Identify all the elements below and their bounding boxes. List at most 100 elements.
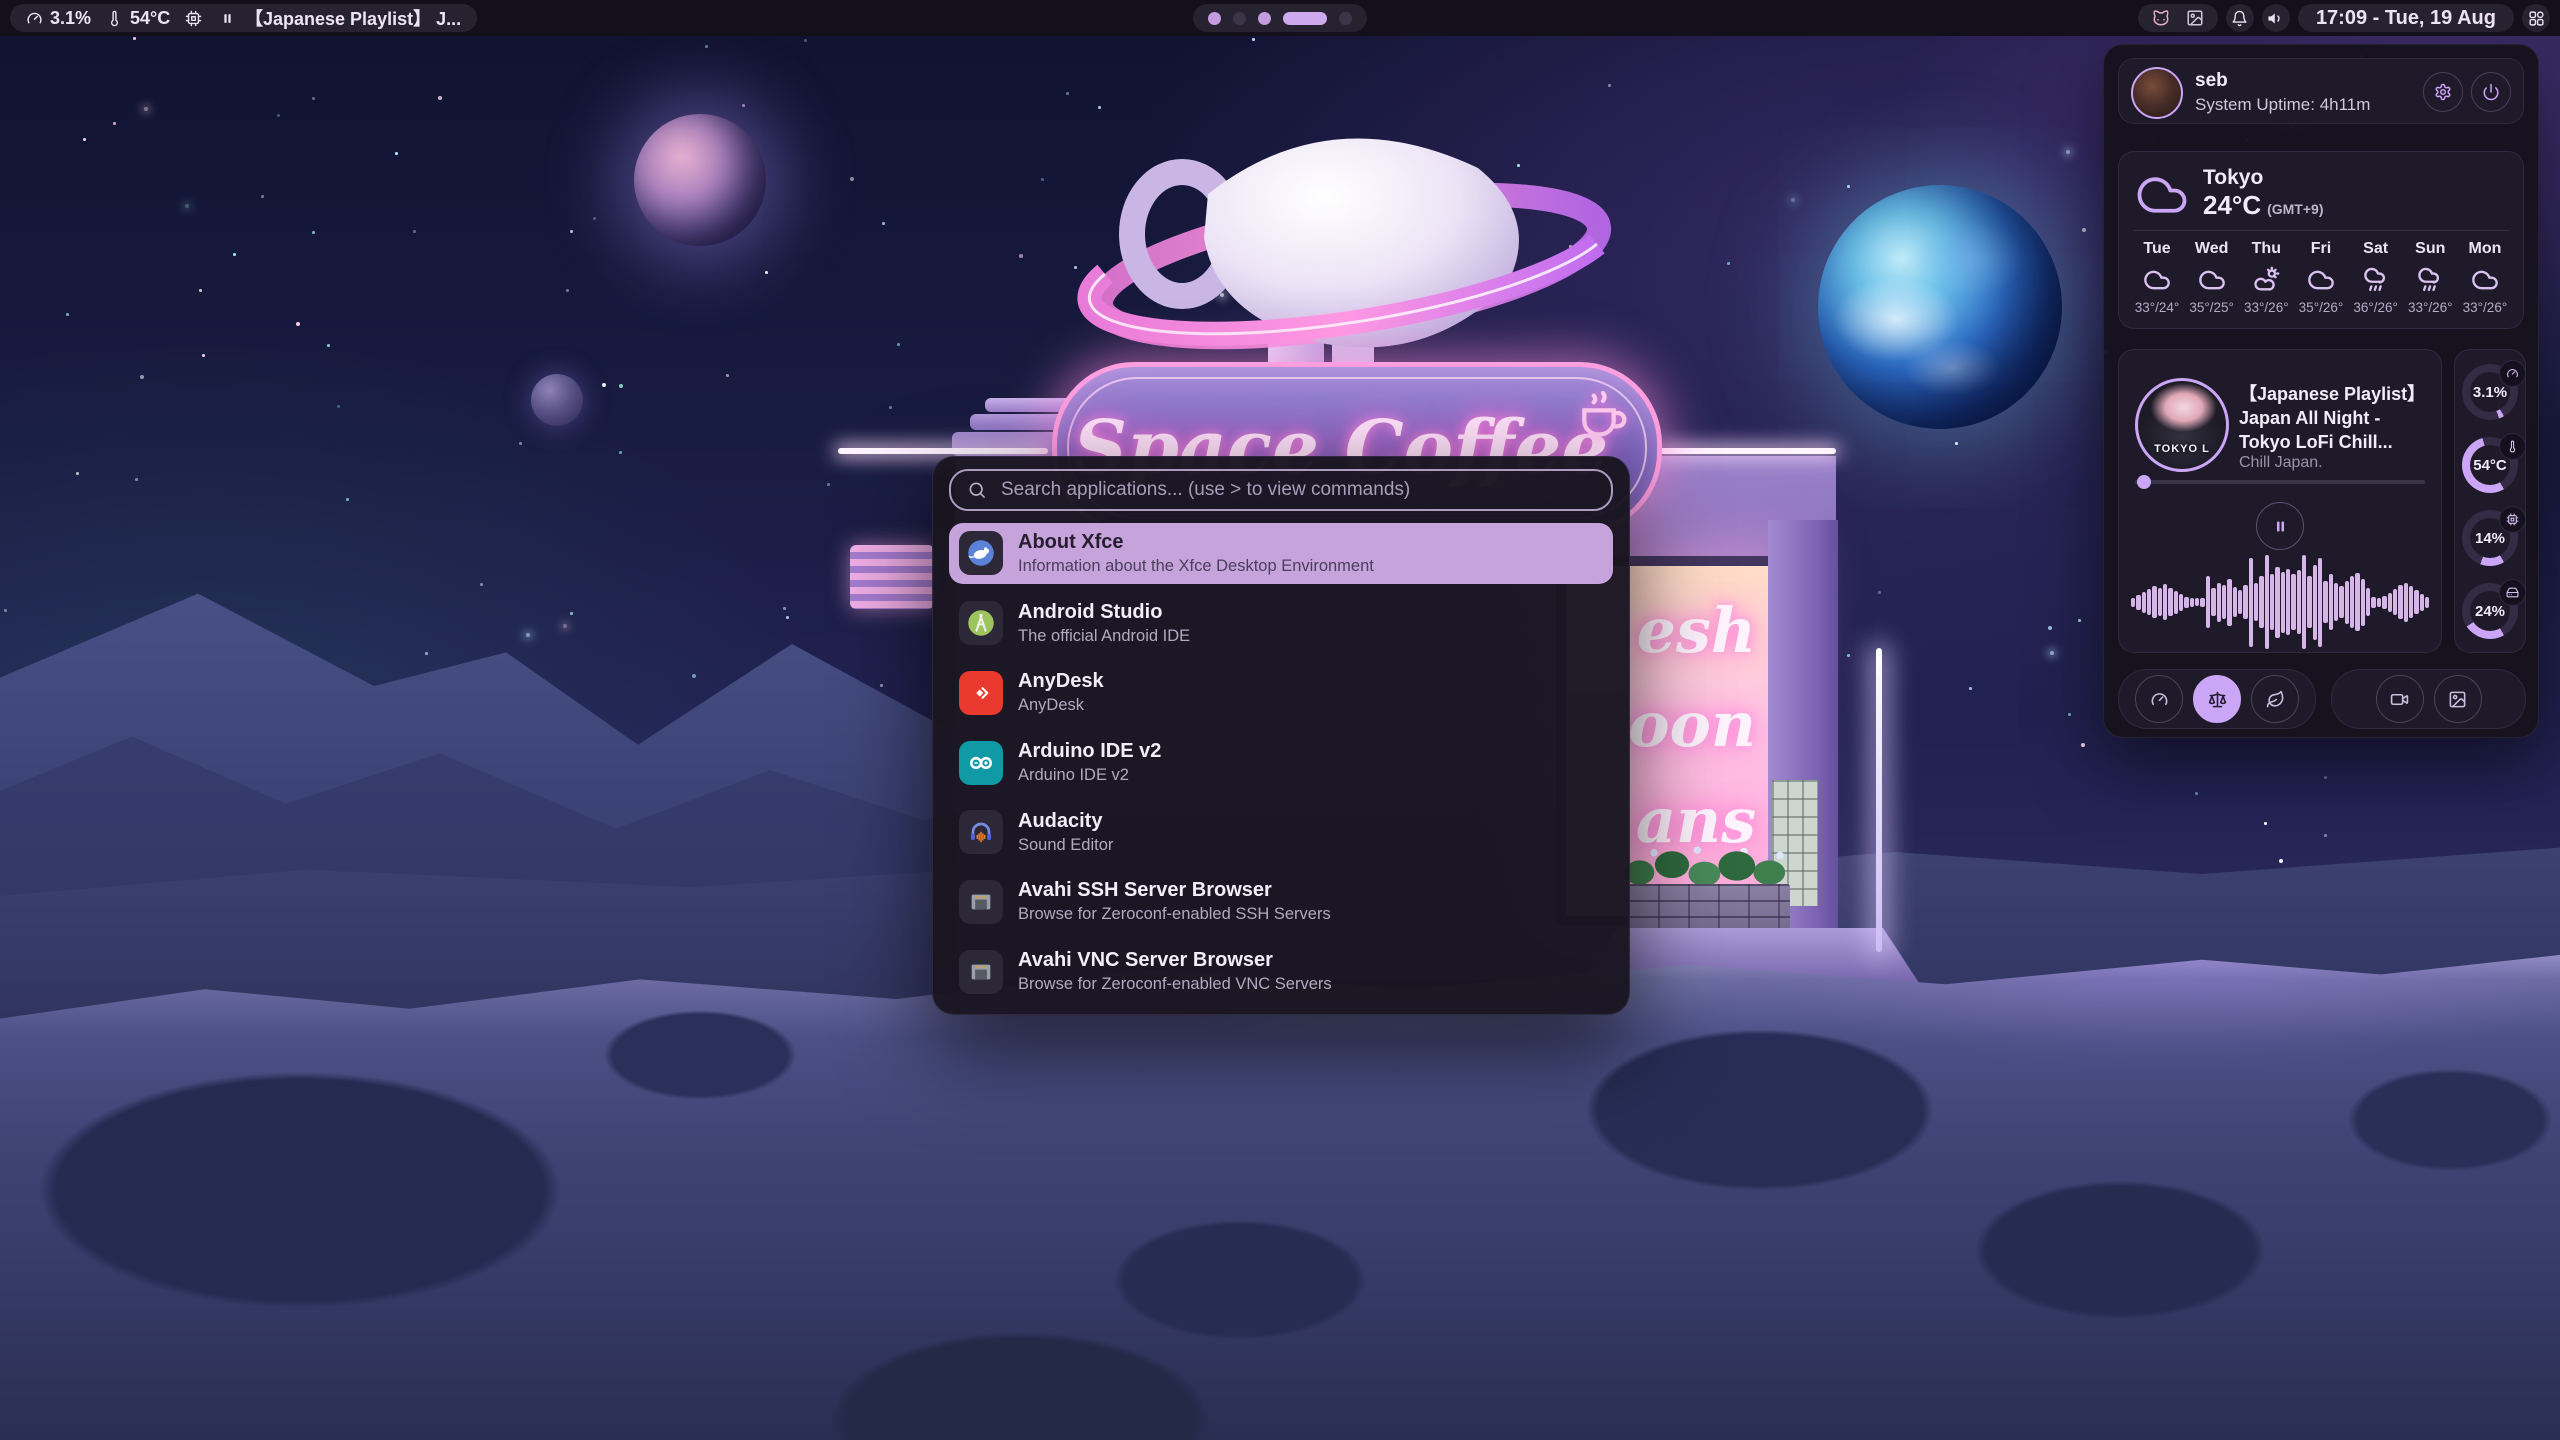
widget-panel: seb System Uptime: 4h11m Tokyo 24°C(GMT+… xyxy=(2103,44,2539,738)
search-input[interactable] xyxy=(999,478,1595,502)
forecast-row: Tue 33°/24° Wed 35°/25° Thu 33°/26° Fri … xyxy=(2131,240,2511,315)
image-tray-icon[interactable] xyxy=(2186,9,2204,27)
cloud-icon xyxy=(2198,266,2226,294)
pause-button[interactable] xyxy=(2256,502,2304,550)
pause-icon xyxy=(2272,518,2289,535)
workspace-dot[interactable] xyxy=(1233,12,1246,25)
android-studio-icon xyxy=(959,601,1003,645)
thermometer-icon xyxy=(106,10,123,27)
cpu-gauge: 3.1% xyxy=(2462,364,2518,420)
settings-button[interactable] xyxy=(2423,72,2463,112)
workspace-dot[interactable] xyxy=(1208,12,1221,25)
roof-neon-tube xyxy=(838,448,1048,454)
search-bar[interactable] xyxy=(949,469,1613,511)
anydesk-icon xyxy=(959,671,1003,715)
cpu-chip-icon xyxy=(185,10,202,27)
app-desc: Browse for Zeroconf-enabled SSH Servers xyxy=(1018,905,1331,924)
speaker-icon xyxy=(2267,10,2284,27)
top-bar: 3.1% 54°C 6.8G 【Japanese Playlist】 J... xyxy=(0,0,2560,36)
app-name: Avahi VNC Server Browser xyxy=(1018,949,1332,972)
leaf-icon xyxy=(2266,690,2285,709)
app-name: Audacity xyxy=(1018,810,1113,833)
power-button[interactable] xyxy=(2471,72,2511,112)
app-desc: Sound Editor xyxy=(1018,836,1113,855)
app-row-audacity[interactable]: Audacity Sound Editor xyxy=(949,802,1613,863)
app-row-avahi-vnc[interactable]: Avahi VNC Server Browser Browse for Zero… xyxy=(949,941,1613,1002)
app-row-about-xfce[interactable]: About Xfce Information about the Xfce De… xyxy=(949,523,1613,584)
forecast-day: Thu 33°/26° xyxy=(2240,240,2292,315)
arduino-icon xyxy=(959,741,1003,785)
cpu-temp: 54°C xyxy=(106,8,170,29)
workspace-dot[interactable] xyxy=(1339,12,1352,25)
app-grid-button[interactable] xyxy=(2522,4,2550,32)
bell-icon xyxy=(2231,10,2248,27)
album-art: TOKYO L xyxy=(2135,378,2229,472)
weather-temp: 24°C(GMT+9) xyxy=(2203,190,2323,221)
app-name: Avahi SSH Server Browser xyxy=(1018,879,1331,902)
screen-record-button[interactable] xyxy=(2376,675,2424,723)
now-playing-pill[interactable]: 【Japanese Playlist】 J... xyxy=(204,4,477,32)
notifications-button[interactable] xyxy=(2226,4,2254,32)
waveform xyxy=(2131,554,2429,650)
xfce-icon xyxy=(959,531,1003,575)
cloud-icon xyxy=(2135,168,2189,222)
app-list: About Xfce Information about the Xfce De… xyxy=(949,523,1613,1002)
speedometer-icon xyxy=(2150,690,2169,709)
moon-terrain-foreground xyxy=(0,950,2560,1440)
saturn-teacup xyxy=(1070,116,1630,378)
cat-icon[interactable] xyxy=(2152,9,2170,27)
planet-purple xyxy=(634,114,766,246)
image-icon xyxy=(2448,690,2467,709)
cloud-icon xyxy=(2471,266,2499,294)
forecast-day: Mon 33°/26° xyxy=(2459,240,2511,315)
gear-icon xyxy=(2434,83,2452,101)
app-row-avahi-ssh[interactable]: Avahi SSH Server Browser Browse for Zero… xyxy=(949,872,1613,933)
weather-card: Tokyo 24°C(GMT+9) Tue 33°/24° Wed 35°/25… xyxy=(2118,151,2524,329)
network-port-icon xyxy=(959,880,1003,924)
profile-balanced-button[interactable] xyxy=(2193,675,2241,723)
weather-timezone: (GMT+9) xyxy=(2267,201,2323,217)
planet-earth xyxy=(1818,185,2062,429)
capture-card xyxy=(2331,669,2526,729)
cpu-chip-icon xyxy=(2506,513,2519,526)
track-subtitle: Chill Japan. xyxy=(2239,454,2323,472)
speedometer-icon xyxy=(26,10,43,27)
app-row-arduino[interactable]: Arduino IDE v2 Arduino IDE v2 xyxy=(949,732,1613,793)
app-row-anydesk[interactable]: AnyDesk AnyDesk xyxy=(949,662,1613,723)
avatar[interactable] xyxy=(2131,67,2183,119)
temp-gauge: 54°C xyxy=(2462,437,2518,493)
forecast-day: Sun 33°/26° xyxy=(2404,240,2456,315)
top-bar-right: 17:09 - Tue, 19 Aug xyxy=(2138,4,2550,32)
striped-awning xyxy=(850,545,934,609)
profile-power-saver-button[interactable] xyxy=(2251,675,2299,723)
forecast-day: Fri 35°/26° xyxy=(2295,240,2347,315)
thermometer-icon xyxy=(2506,440,2519,453)
media-player-card: TOKYO L 【Japanese Playlist】 Japan All Ni… xyxy=(2118,349,2442,653)
clock-label: 17:09 - Tue, 19 Aug xyxy=(2316,7,2496,30)
memory-gauge: 14% xyxy=(2462,510,2518,566)
hard-drive-icon xyxy=(2506,586,2519,599)
app-name: AnyDesk xyxy=(1018,670,1104,693)
app-row-android-studio[interactable]: Android Studio The official Android IDE xyxy=(949,593,1613,654)
app-name: Android Studio xyxy=(1018,601,1190,624)
network-port-icon xyxy=(959,950,1003,994)
workspace-indicator[interactable] xyxy=(1193,4,1367,32)
progress-knob[interactable] xyxy=(2137,475,2151,489)
audacity-icon xyxy=(959,810,1003,854)
app-desc: The official Android IDE xyxy=(1018,627,1190,646)
clock-pill[interactable]: 17:09 - Tue, 19 Aug xyxy=(2298,4,2514,32)
search-icon xyxy=(967,480,987,500)
app-desc: Arduino IDE v2 xyxy=(1018,766,1161,785)
scales-icon xyxy=(2208,690,2227,709)
workspace-dot[interactable] xyxy=(1258,12,1271,25)
volume-button[interactable] xyxy=(2262,4,2290,32)
app-launcher: About Xfce Information about the Xfce De… xyxy=(932,456,1630,1015)
app-desc: Information about the Xfce Desktop Envir… xyxy=(1018,557,1374,576)
uptime-label: System Uptime: 4h11m xyxy=(2195,95,2370,115)
screenshot-button[interactable] xyxy=(2434,675,2482,723)
video-camera-icon xyxy=(2390,690,2409,709)
profile-performance-button[interactable] xyxy=(2135,675,2183,723)
tray-pill xyxy=(2138,4,2218,32)
workspace-dot[interactable] xyxy=(1283,12,1327,25)
progress-bar[interactable] xyxy=(2135,480,2425,484)
